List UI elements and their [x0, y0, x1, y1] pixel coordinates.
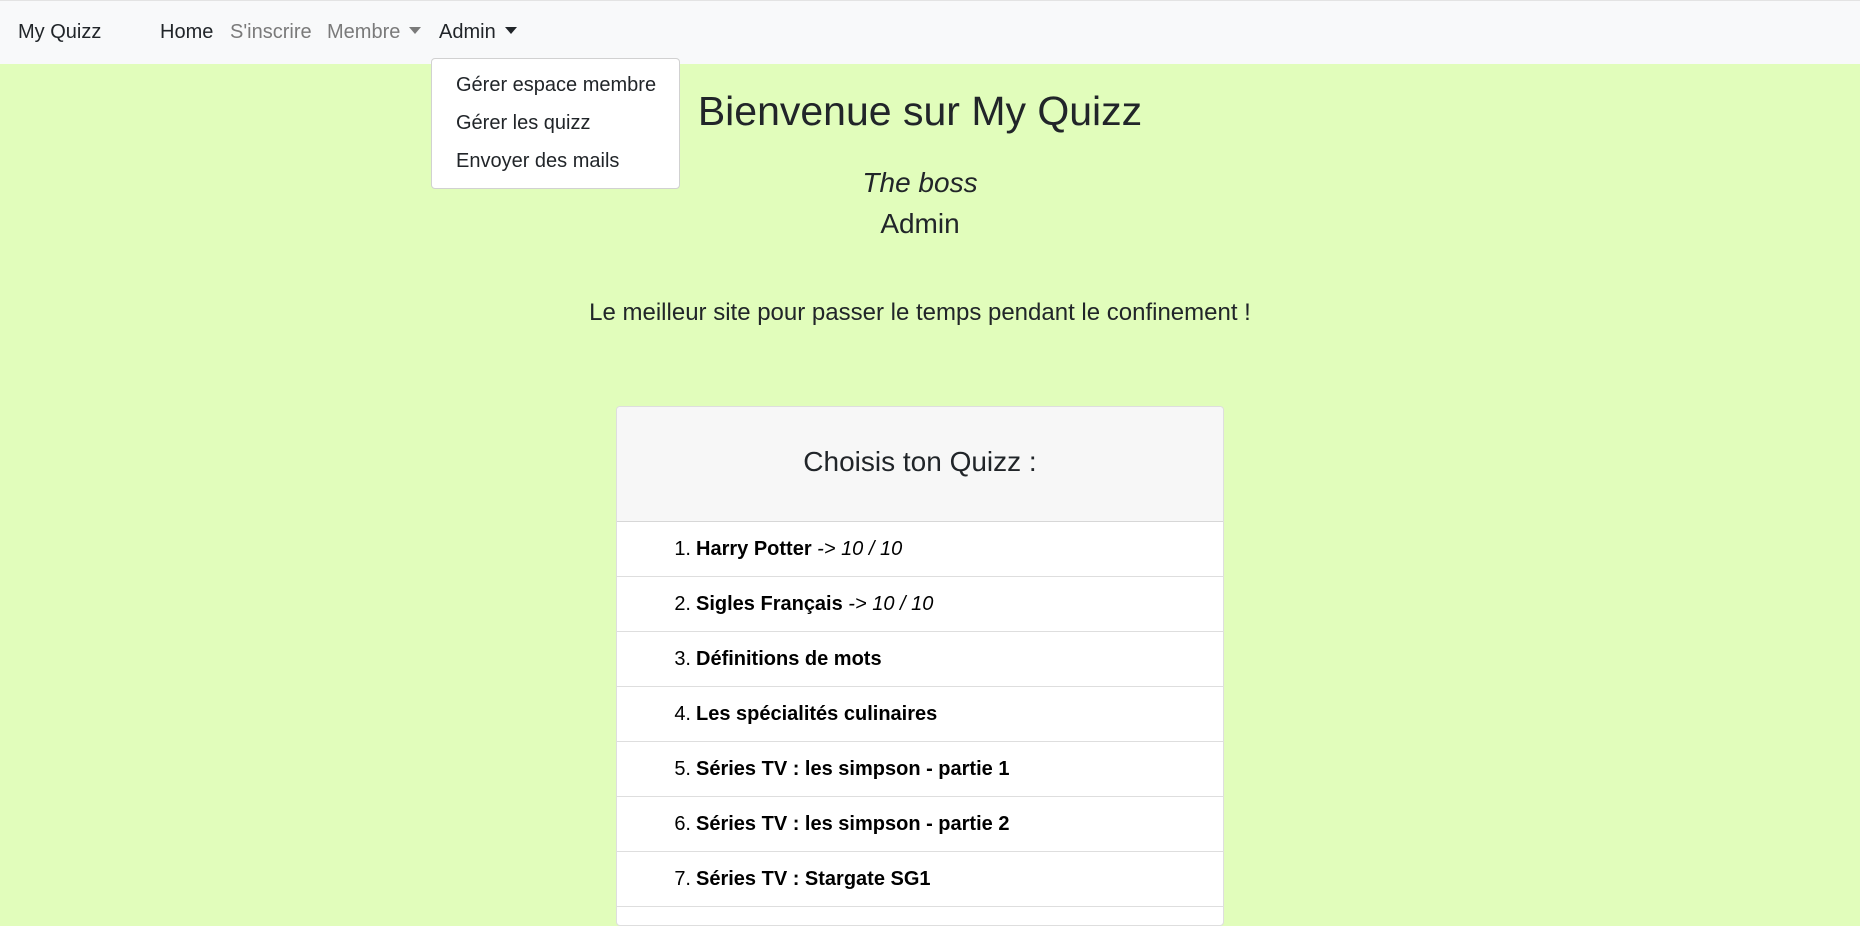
quiz-name[interactable]: Les spécialités culinaires	[696, 703, 937, 725]
quiz-number: 6.	[674, 813, 691, 835]
quiz-name[interactable]: Séries TV : Stargate SG1	[696, 868, 931, 890]
quiz-number: 1.	[674, 538, 691, 560]
page-title: Bienvenue sur My Quizz	[697, 88, 1143, 134]
quiz-name[interactable]: Séries TV : les simpson - partie 1	[696, 758, 1009, 780]
user-status: Admin	[880, 208, 960, 239]
quiz-item[interactable]: 6. Séries TV : les simpson - partie 2	[617, 797, 1223, 852]
nav-membre-dropdown[interactable]: Membre	[327, 21, 422, 44]
quiz-number: 2.	[674, 593, 691, 615]
nav-signup-link[interactable]: S'inscrire	[230, 21, 312, 44]
quiz-item[interactable]: 3. Définitions de mots	[617, 632, 1223, 687]
chevron-down-icon	[504, 27, 517, 34]
quiz-card-header: Choisis ton Quizz :	[617, 407, 1223, 522]
navbar: My Quizz Home S'inscrire Membre Admin	[0, 0, 1860, 64]
quiz-number: 3.	[674, 648, 691, 670]
quiz-item[interactable]: 4. Les spécialités culinaires	[617, 687, 1223, 742]
quiz-score: -> 10 / 10	[811, 538, 903, 560]
nav-admin-dropdown[interactable]: Admin	[439, 21, 517, 44]
nav-admin-label: Admin	[439, 21, 496, 43]
quiz-name[interactable]: Séries TV : les simpson - partie 2	[696, 813, 1009, 835]
quiz-score: -> 10 / 10	[842, 593, 934, 615]
quiz-name[interactable]: Définitions de mots	[696, 648, 882, 670]
menu-item-send-mails[interactable]: Envoyer des mails	[456, 150, 619, 173]
nav-home-link[interactable]: Home	[160, 21, 213, 44]
tagline: Le meilleur site pour passer le temps pe…	[589, 299, 1251, 326]
chevron-down-icon	[409, 27, 422, 34]
quiz-item[interactable]: 5. Séries TV : les simpson - partie 1	[617, 742, 1223, 797]
quiz-number: 5.	[674, 758, 691, 780]
nav-membre-label: Membre	[327, 21, 401, 43]
quiz-name[interactable]: Sigles Français	[696, 593, 843, 615]
quiz-number: 7.	[674, 868, 691, 890]
admin-dropdown-menu: Gérer espace membre Gérer les quizz Envo…	[431, 58, 680, 189]
quiz-item[interactable]: 1. Harry Potter -> 10 / 10	[617, 522, 1223, 577]
quiz-name[interactable]: Harry Potter	[696, 538, 812, 560]
quiz-item[interactable]: 2. Sigles Français -> 10 / 10	[617, 577, 1223, 632]
menu-item-manage-quizzes[interactable]: Gérer les quizz	[456, 112, 591, 135]
user-role: The boss	[862, 167, 978, 198]
quiz-list: 1. Harry Potter -> 10 / 10 2. Sigles Franç…	[617, 522, 1223, 907]
quiz-number: 4.	[674, 703, 691, 725]
brand-link[interactable]: My Quizz	[18, 21, 101, 44]
menu-item-manage-members[interactable]: Gérer espace membre	[456, 74, 656, 97]
quiz-item[interactable]: 7. Séries TV : Stargate SG1	[617, 852, 1223, 907]
quiz-card: Choisis ton Quizz : 1. Harry Potter -> 10…	[616, 406, 1224, 926]
